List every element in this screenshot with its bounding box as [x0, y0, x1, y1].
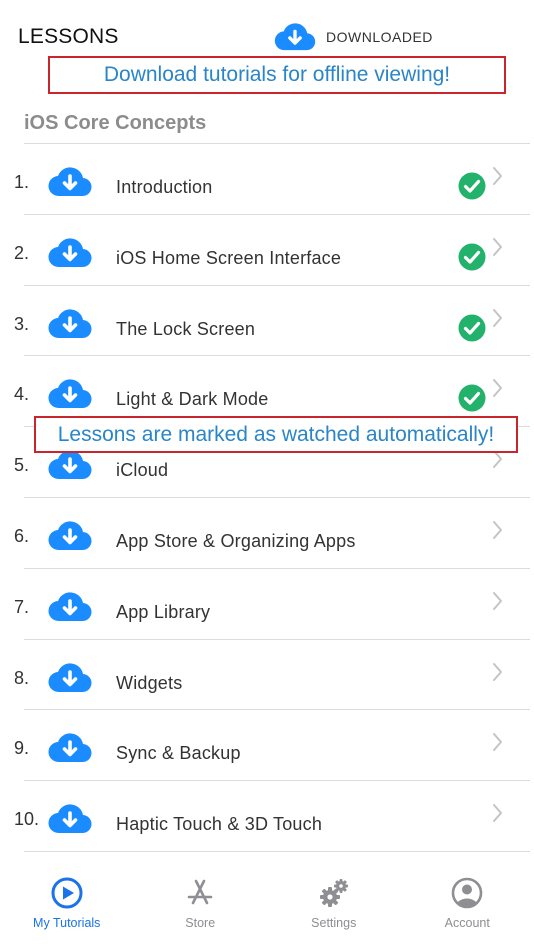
lesson-number: 4.: [14, 384, 30, 405]
watched-check-icon: [458, 243, 486, 271]
lesson-row[interactable]: 8. Widgets: [0, 640, 534, 711]
lesson-title: Haptic Touch & 3D Touch: [116, 814, 323, 835]
lesson-list: 1. Introduction 2. iOS Home Screen Interfac…: [0, 144, 534, 852]
lesson-title: App Store & Organizing Apps: [116, 530, 356, 551]
lesson-row[interactable]: 6. App Store & Organizing Apps: [0, 498, 534, 569]
tab-store[interactable]: Store: [134, 862, 267, 950]
lesson-number: 5.: [14, 455, 30, 476]
cloud-download-icon[interactable]: [48, 520, 92, 552]
cloud-download-icon[interactable]: [48, 166, 92, 198]
chevron-right-icon: [493, 520, 502, 539]
tab-label: My Tutorials: [33, 916, 101, 930]
watched-check-icon: [458, 314, 486, 342]
cloud-download-icon[interactable]: [48, 732, 92, 764]
chevron-right-icon: [493, 591, 502, 610]
cloud-download-icon[interactable]: [48, 378, 92, 410]
offline-tip-callout: Download tutorials for offline viewing!: [48, 56, 506, 94]
lesson-title: App Library: [116, 601, 211, 622]
tab-account[interactable]: Account: [401, 862, 534, 950]
lesson-number: 9.: [14, 738, 30, 759]
account-icon: [451, 877, 483, 909]
lesson-title: Widgets: [116, 672, 183, 693]
lesson-row[interactable]: 1. Introduction: [0, 144, 534, 215]
lesson-title: Sync & Backup: [116, 743, 241, 764]
chevron-right-icon: [493, 379, 502, 398]
lessons-screen: LESSONS DOWNLOADED Download tutorials fo…: [0, 0, 534, 950]
lesson-title: iCloud: [116, 460, 169, 481]
cloud-download-icon[interactable]: [48, 308, 92, 340]
chevron-right-icon: [493, 308, 502, 327]
watched-tip-callout: Lessons are marked as watched automatica…: [34, 416, 518, 453]
lesson-number: 3.: [14, 313, 30, 334]
lesson-number: 8.: [14, 667, 30, 688]
cloud-download-icon[interactable]: [48, 449, 92, 481]
page-title: LESSONS: [18, 25, 119, 48]
cloud-download-icon[interactable]: [48, 591, 92, 623]
tab-label: Account: [444, 916, 490, 930]
chevron-right-icon: [493, 804, 502, 823]
cloud-download-icon: [274, 23, 316, 51]
downloaded-label: DOWNLOADED: [326, 29, 433, 45]
lesson-number: 10.: [14, 809, 40, 830]
watched-check-icon: [458, 384, 486, 412]
tab-label: Settings: [311, 916, 357, 930]
lesson-title: The Lock Screen: [116, 318, 256, 339]
lesson-number: 1.: [14, 172, 30, 192]
lesson-row[interactable]: 3. The Lock Screen: [0, 286, 534, 357]
play-circle-icon: [51, 877, 83, 909]
downloaded-filter-button[interactable]: DOWNLOADED: [274, 20, 433, 54]
app-store-icon: [187, 879, 213, 905]
cloud-download-icon[interactable]: [48, 803, 92, 835]
chevron-right-icon: [493, 662, 502, 681]
lesson-title: Light & Dark Mode: [116, 389, 269, 410]
lesson-row[interactable]: 7. App Library: [0, 569, 534, 640]
gears-icon: [319, 879, 348, 907]
section-header: iOS Core Concepts: [24, 112, 207, 134]
lesson-title: Introduction: [116, 177, 213, 197]
chevron-right-icon: [493, 167, 502, 185]
lesson-title: iOS Home Screen Interface: [116, 247, 342, 268]
chevron-right-icon: [493, 237, 502, 256]
tab-bar: My Tutorials Store Settings Account: [0, 862, 534, 950]
cloud-download-icon[interactable]: [48, 662, 92, 694]
lesson-row[interactable]: 2. iOS Home Screen Interface: [0, 215, 534, 286]
lesson-number: 2.: [14, 242, 30, 263]
lesson-row[interactable]: 10. Haptic Touch & 3D Touch: [0, 781, 534, 852]
tab-label: Store: [185, 916, 216, 930]
lesson-row[interactable]: 9. Sync & Backup: [0, 710, 534, 781]
lesson-number: 6.: [14, 525, 30, 546]
tab-my-tutorials[interactable]: My Tutorials: [0, 862, 133, 950]
watched-check-icon: [458, 172, 486, 200]
lesson-number: 7.: [14, 596, 30, 617]
chevron-right-icon: [493, 733, 502, 752]
cloud-download-icon[interactable]: [48, 237, 92, 269]
tab-settings[interactable]: Settings: [267, 862, 400, 950]
